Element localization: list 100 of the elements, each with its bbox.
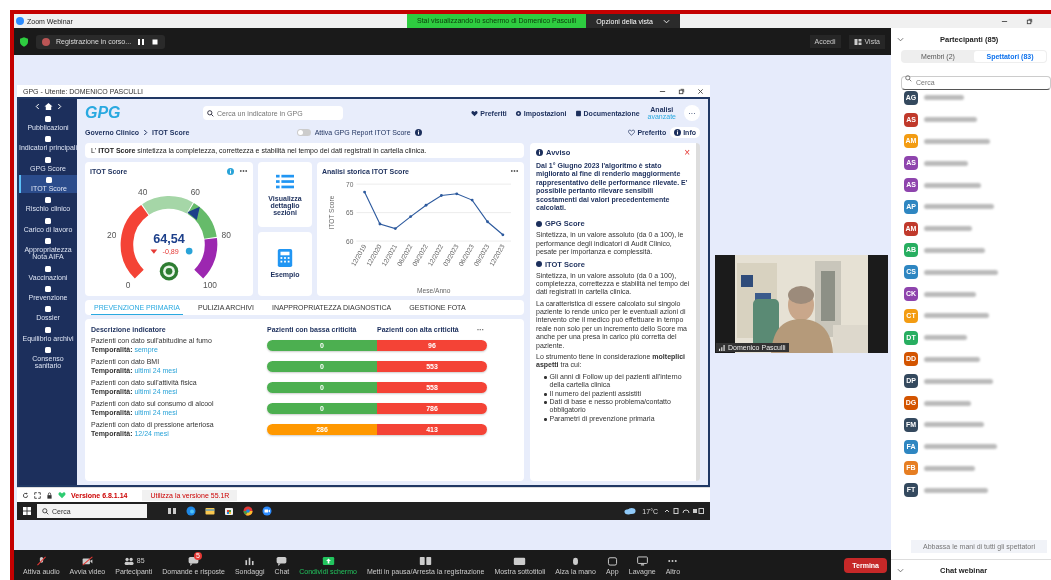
windows-logo-icon[interactable] (23, 507, 31, 515)
chevron-down-icon[interactable] (897, 36, 904, 42)
store-icon[interactable] (224, 506, 234, 516)
bar-chart-icon (243, 555, 257, 566)
blurred-name (924, 335, 967, 341)
chevron-left-icon[interactable] (34, 103, 40, 110)
more-icon[interactable] (239, 169, 248, 173)
data-point (470, 198, 474, 202)
square-icon (44, 264, 52, 273)
info-icon (536, 149, 543, 156)
square-icon (44, 196, 52, 205)
gauge-tick-label: 100 (203, 279, 217, 290)
data-point (486, 220, 489, 224)
blurred-name (924, 378, 993, 384)
blurred-name (924, 117, 977, 123)
search-icon (207, 109, 214, 117)
layout-icon (853, 37, 862, 46)
bullet-dot-icon (544, 393, 547, 396)
blurred-name (924, 400, 971, 406)
chrome-icon[interactable] (243, 506, 253, 516)
blurred-name (924, 465, 975, 471)
gauge-tick-label: 40 (138, 187, 148, 198)
toggle-switch[interactable] (296, 128, 311, 136)
calculator-icon (276, 249, 294, 268)
app-logo: GPG (85, 104, 122, 122)
blurred-name (924, 247, 985, 253)
blurred-name (924, 313, 989, 319)
down-arrow-icon (150, 249, 158, 254)
data-point (424, 203, 428, 207)
search-icon (905, 74, 912, 82)
info-icon (674, 128, 682, 136)
square-icon (44, 216, 52, 225)
gauge-tick-label: 20 (107, 229, 117, 240)
heart-icon (471, 109, 479, 117)
data-point (393, 227, 397, 230)
data-point (409, 215, 413, 218)
restore-icon[interactable] (678, 87, 685, 95)
chevron-right-icon[interactable] (56, 103, 62, 110)
gauge-tick-label: 60 (190, 187, 200, 198)
restore-icon[interactable] (1026, 17, 1033, 25)
square-icon (45, 176, 53, 185)
bullet-dot-icon (536, 261, 542, 267)
gear-icon (514, 109, 522, 117)
blurred-name (924, 291, 976, 297)
close-button[interactable]: × (684, 148, 690, 157)
square-icon (44, 305, 52, 314)
blurred-name (924, 182, 981, 188)
square-icon (44, 115, 52, 123)
square-icon (44, 135, 52, 144)
lock-icon (46, 491, 53, 499)
bullet-dot-icon (544, 418, 547, 421)
square-icon (44, 285, 52, 294)
blurred-name (924, 487, 988, 493)
expand-icon[interactable] (34, 491, 41, 499)
data-point (440, 194, 443, 197)
gauge-segment (194, 238, 218, 279)
stop-icon[interactable] (151, 37, 160, 46)
more-icon[interactable] (510, 169, 519, 173)
info-icon (185, 247, 193, 255)
browser-icon[interactable] (186, 506, 196, 516)
chat-bubble-icon (275, 555, 289, 566)
square-icon (44, 325, 52, 334)
blurred-name (924, 160, 968, 166)
list-icon (276, 172, 294, 191)
data-point (378, 222, 382, 226)
data-point (363, 190, 366, 194)
chevron-down-icon[interactable] (897, 567, 904, 573)
app-logo-icon (16, 17, 24, 25)
chat-bubble-icon (187, 555, 201, 566)
pause-icon[interactable] (137, 37, 146, 46)
bullet-dot-icon (536, 220, 542, 227)
blurred-name (924, 226, 972, 232)
video-app-icon[interactable] (262, 506, 272, 516)
bullet-dot-icon (544, 401, 547, 404)
video-off-icon (80, 555, 94, 566)
blurred-name (924, 356, 980, 362)
heart-icon (628, 128, 636, 136)
pause-stop-icon (419, 555, 433, 566)
score-value: 64,54 (153, 231, 185, 246)
monitor-icon (635, 555, 649, 566)
people-icon (122, 555, 136, 566)
task-view-icon[interactable] (167, 506, 177, 516)
share-screen-icon (321, 555, 335, 566)
close-icon[interactable] (697, 87, 704, 95)
blurred-name (924, 422, 984, 428)
shield-icon (20, 36, 28, 47)
info-icon[interactable] (414, 128, 422, 136)
refresh-icon[interactable] (22, 491, 29, 499)
bullet-dot-icon (544, 376, 547, 379)
search-icon (42, 507, 49, 515)
home-icon[interactable] (43, 102, 53, 111)
chevron-right-icon (143, 128, 149, 136)
muted-mic-icon (34, 555, 48, 566)
heart-icon (58, 491, 66, 499)
folder-icon[interactable] (205, 506, 215, 516)
tray-icons-drawing[interactable] (664, 507, 704, 515)
square-icon (44, 237, 52, 246)
cloud-icon (624, 507, 637, 515)
data-point (455, 192, 459, 196)
blurred-name (924, 139, 990, 144)
